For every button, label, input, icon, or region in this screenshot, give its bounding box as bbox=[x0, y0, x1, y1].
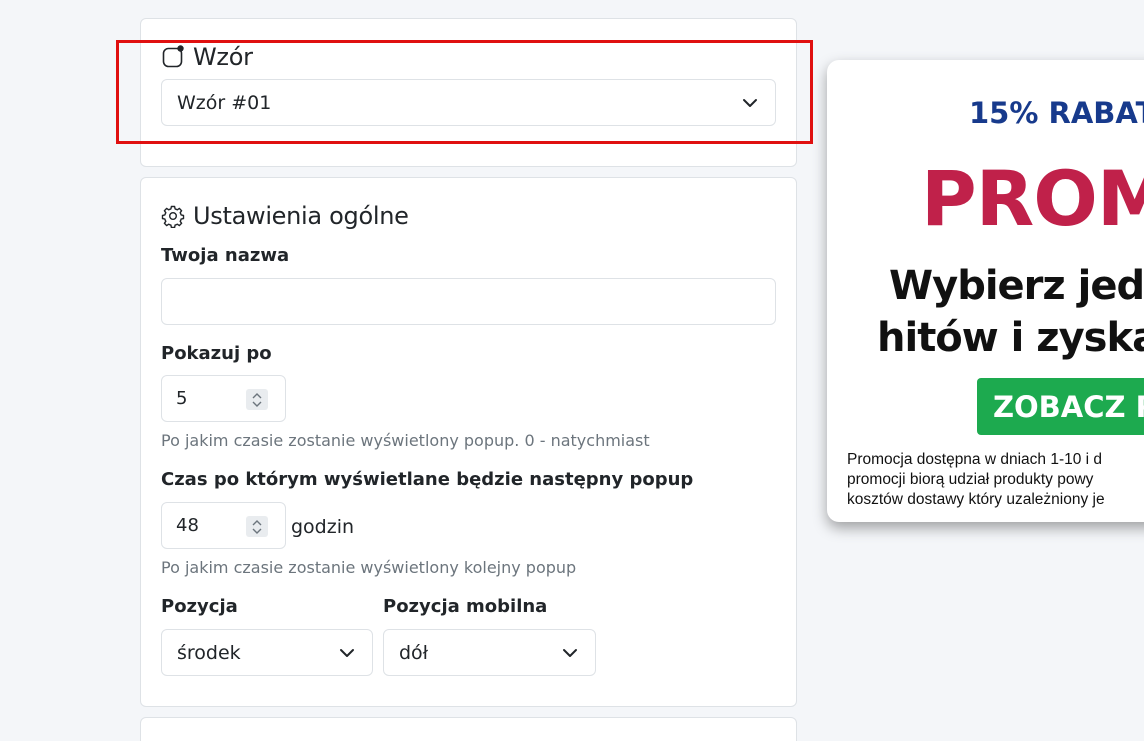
next-popup-input[interactable]: 48 bbox=[161, 502, 286, 549]
general-settings-title: Ustawienia ogólne bbox=[161, 202, 409, 230]
chevron-down-icon bbox=[561, 644, 579, 662]
chevron-down-icon bbox=[338, 644, 356, 662]
number-spinner[interactable] bbox=[246, 389, 268, 410]
name-input[interactable] bbox=[161, 278, 776, 325]
mobile-position-label: Pozycja mobilna bbox=[383, 596, 548, 617]
popup-discount: 15% RABATU bbox=[969, 96, 1144, 130]
general-settings-card: Ustawienia ogólne Twoja nazwa Pokazuj po… bbox=[140, 177, 797, 707]
gear-icon bbox=[161, 204, 185, 228]
popup-headline-line1: Wybierz jeden z bbox=[889, 263, 1144, 309]
show-after-input[interactable]: 5 bbox=[161, 375, 286, 422]
popup-preview: 15% RABATU PROMO Wybierz jeden z hitów i… bbox=[827, 60, 1144, 522]
phone-template-icon bbox=[161, 45, 185, 69]
popup-headline-line2: hitów i zyskaj bbox=[877, 315, 1144, 361]
next-popup-help: Po jakim czasie zostanie wyświetlony kol… bbox=[161, 558, 577, 577]
name-label: Twoja nazwa bbox=[161, 245, 290, 266]
chevron-down-icon bbox=[741, 94, 759, 112]
show-after-label: Pokazuj po bbox=[161, 343, 272, 364]
popup-promo-title: PROMO bbox=[921, 154, 1144, 243]
position-select[interactable]: środek bbox=[161, 629, 373, 676]
template-card-title: Wzór bbox=[161, 43, 253, 71]
popup-cta-button[interactable]: ZOBACZ PR bbox=[977, 378, 1144, 435]
mobile-position-select[interactable]: dół bbox=[383, 629, 596, 676]
popup-fine-print: Promocja dostępna w dniach 1-10 i d prom… bbox=[847, 451, 1105, 508]
template-select[interactable]: Wzór #01 bbox=[161, 79, 776, 126]
next-popup-label: Czas po którym wyświetlane będzie następ… bbox=[161, 469, 694, 490]
number-spinner[interactable] bbox=[246, 516, 268, 537]
template-card: Wzór Wzór #01 bbox=[140, 18, 797, 167]
position-label: Pozycja bbox=[161, 596, 238, 617]
template-select-value: Wzór #01 bbox=[177, 91, 272, 114]
show-after-help: Po jakim czasie zostanie wyświetlony pop… bbox=[161, 431, 650, 450]
next-settings-card bbox=[140, 717, 797, 741]
next-popup-unit: godzin bbox=[291, 516, 355, 538]
